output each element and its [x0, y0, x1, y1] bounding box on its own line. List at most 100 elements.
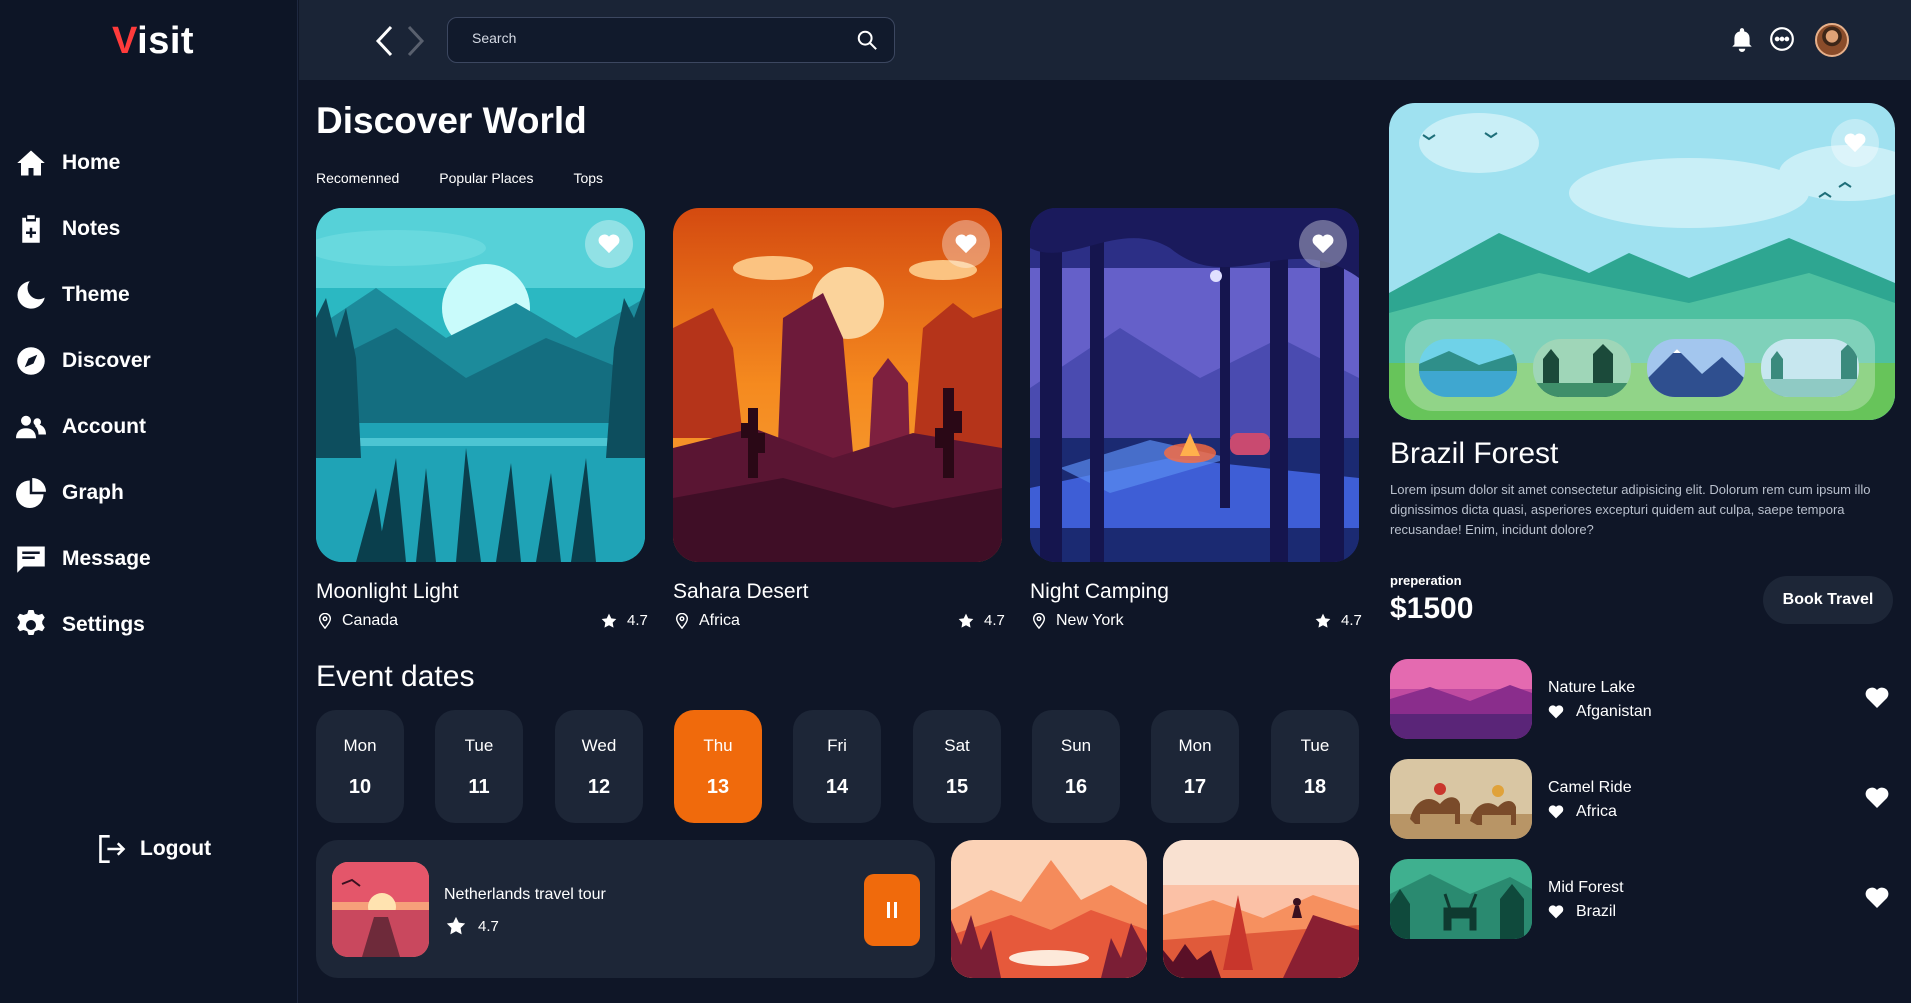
date-pill[interactable]: Wed 12 [555, 710, 643, 823]
date-pill[interactable]: Tue 11 [435, 710, 523, 823]
heart-icon [1312, 234, 1334, 254]
list-item[interactable]: Mid Forest Brazil [1390, 859, 1895, 939]
search-icon[interactable] [856, 29, 878, 51]
list-item-title: Mid Forest [1548, 879, 1624, 896]
camel-ride-thumbnail [1390, 759, 1532, 839]
events-title: Event dates [316, 660, 475, 693]
favorite-button[interactable] [1865, 887, 1889, 909]
destination-card-image[interactable] [1030, 208, 1359, 562]
tab-tops[interactable]: Tops [573, 170, 603, 186]
bell-icon[interactable] [1729, 26, 1755, 52]
tour-thumbnail[interactable] [332, 862, 429, 957]
logout-icon [99, 835, 126, 863]
logout-button[interactable]: Logout [98, 834, 211, 864]
sidebar-item-message[interactable]: Message [16, 526, 151, 592]
location-pin-icon [1032, 613, 1046, 629]
gallery-image[interactable] [951, 840, 1147, 978]
date-pill[interactable]: Sun 16 [1032, 710, 1120, 823]
sidebar: Visit Home Notes Theme Discover Account … [0, 0, 298, 1003]
featured-destination-image[interactable] [1389, 103, 1895, 420]
destination-card-image[interactable] [673, 208, 1002, 562]
card-location: Africa [675, 612, 740, 630]
favorite-button[interactable] [942, 220, 990, 268]
sidebar-nav: Home Notes Theme Discover Account Graph … [16, 130, 151, 658]
sidebar-item-account[interactable]: Account [16, 394, 151, 460]
favorite-button[interactable] [1865, 687, 1889, 709]
moon-icon [17, 281, 45, 309]
card-rating: 4.7 [601, 612, 648, 629]
search-box [447, 17, 895, 63]
list-thumbnail [1390, 759, 1532, 839]
pause-icon [887, 902, 890, 918]
heart-icon [1548, 905, 1564, 919]
star-icon [601, 613, 617, 628]
gallery-thumbnail[interactable] [1761, 339, 1859, 397]
pause-button[interactable] [864, 874, 920, 946]
list-item-location: Afganistan [1548, 703, 1652, 721]
notes-icon [22, 215, 40, 243]
pie-chart-icon [16, 478, 46, 508]
price-label: preperation [1390, 573, 1462, 588]
list-item-title: Nature Lake [1548, 679, 1636, 696]
date-pill[interactable]: Sat 15 [913, 710, 1001, 823]
misty-forest-thumbnail [1761, 339, 1859, 397]
favorite-button[interactable] [1865, 787, 1889, 809]
destination-card-image[interactable] [316, 208, 645, 562]
lake-thumbnail [1419, 339, 1517, 397]
list-item-location: Brazil [1548, 903, 1616, 921]
card-location: New York [1032, 612, 1124, 630]
featured-title: Brazil Forest [1390, 437, 1559, 470]
sunset-pier-illustration [332, 862, 429, 957]
gallery-thumbnail[interactable] [1533, 339, 1631, 397]
date-pill[interactable]: Mon 10 [316, 710, 404, 823]
sidebar-item-graph[interactable]: Graph [16, 460, 151, 526]
favorite-button[interactable] [1299, 220, 1347, 268]
back-arrow-icon[interactable] [373, 24, 395, 58]
logo[interactable]: Visit [112, 20, 194, 63]
home-icon [17, 150, 45, 176]
featured-description: Lorem ipsum dolor sit amet consectetur a… [1390, 482, 1871, 537]
date-pill[interactable]: Mon 17 [1151, 710, 1239, 823]
sidebar-item-discover[interactable]: Discover [16, 328, 151, 394]
sidebar-item-notes[interactable]: Notes [16, 196, 151, 262]
card-title: Sahara Desert [673, 580, 809, 603]
card-location: Canada [318, 612, 398, 630]
tabs: Recomenned Popular Places Tops [316, 170, 643, 186]
date-pill[interactable]: Tue 18 [1271, 710, 1359, 823]
chat-icon[interactable] [1769, 26, 1795, 52]
date-pill-selected[interactable]: Thu 13 [674, 710, 762, 823]
trees-thumbnail [1533, 339, 1631, 397]
price: $1500 [1390, 592, 1474, 625]
date-pill[interactable]: Fri 14 [793, 710, 881, 823]
gallery-thumbnail[interactable] [1419, 339, 1517, 397]
gallery-thumbnail[interactable] [1647, 339, 1745, 397]
card-rating: 4.7 [958, 612, 1005, 629]
mountains-thumbnail [1647, 339, 1745, 397]
tab-popular-places[interactable]: Popular Places [439, 170, 533, 186]
list-item-title: Camel Ride [1548, 779, 1632, 796]
forward-arrow-icon[interactable] [405, 24, 427, 58]
sidebar-item-theme[interactable]: Theme [16, 262, 151, 328]
page-title: Discover World [316, 100, 587, 141]
tab-recommended[interactable]: Recomenned [316, 170, 399, 186]
tour-title: Netherlands travel tour [444, 886, 606, 903]
gallery-image[interactable] [1163, 840, 1359, 978]
sidebar-item-home[interactable]: Home [16, 130, 151, 196]
heart-icon [1844, 133, 1866, 153]
avatar[interactable] [1815, 23, 1849, 57]
list-item[interactable]: Camel Ride Africa [1390, 759, 1895, 839]
sidebar-item-settings[interactable]: Settings [16, 592, 151, 658]
topbar [299, 0, 1911, 80]
list-item-location: Africa [1548, 803, 1617, 821]
book-travel-button[interactable]: Book Travel [1763, 576, 1893, 624]
heart-icon [1865, 887, 1889, 908]
heart-icon [1865, 687, 1889, 708]
gear-icon [17, 610, 45, 635]
card-title: Moonlight Light [316, 580, 459, 603]
star-icon [446, 916, 466, 935]
list-item[interactable]: Nature Lake Afganistan [1390, 659, 1895, 739]
search-input[interactable] [472, 30, 832, 46]
favorite-button[interactable] [1831, 119, 1879, 167]
compass-icon [17, 347, 45, 375]
favorite-button[interactable] [585, 220, 633, 268]
